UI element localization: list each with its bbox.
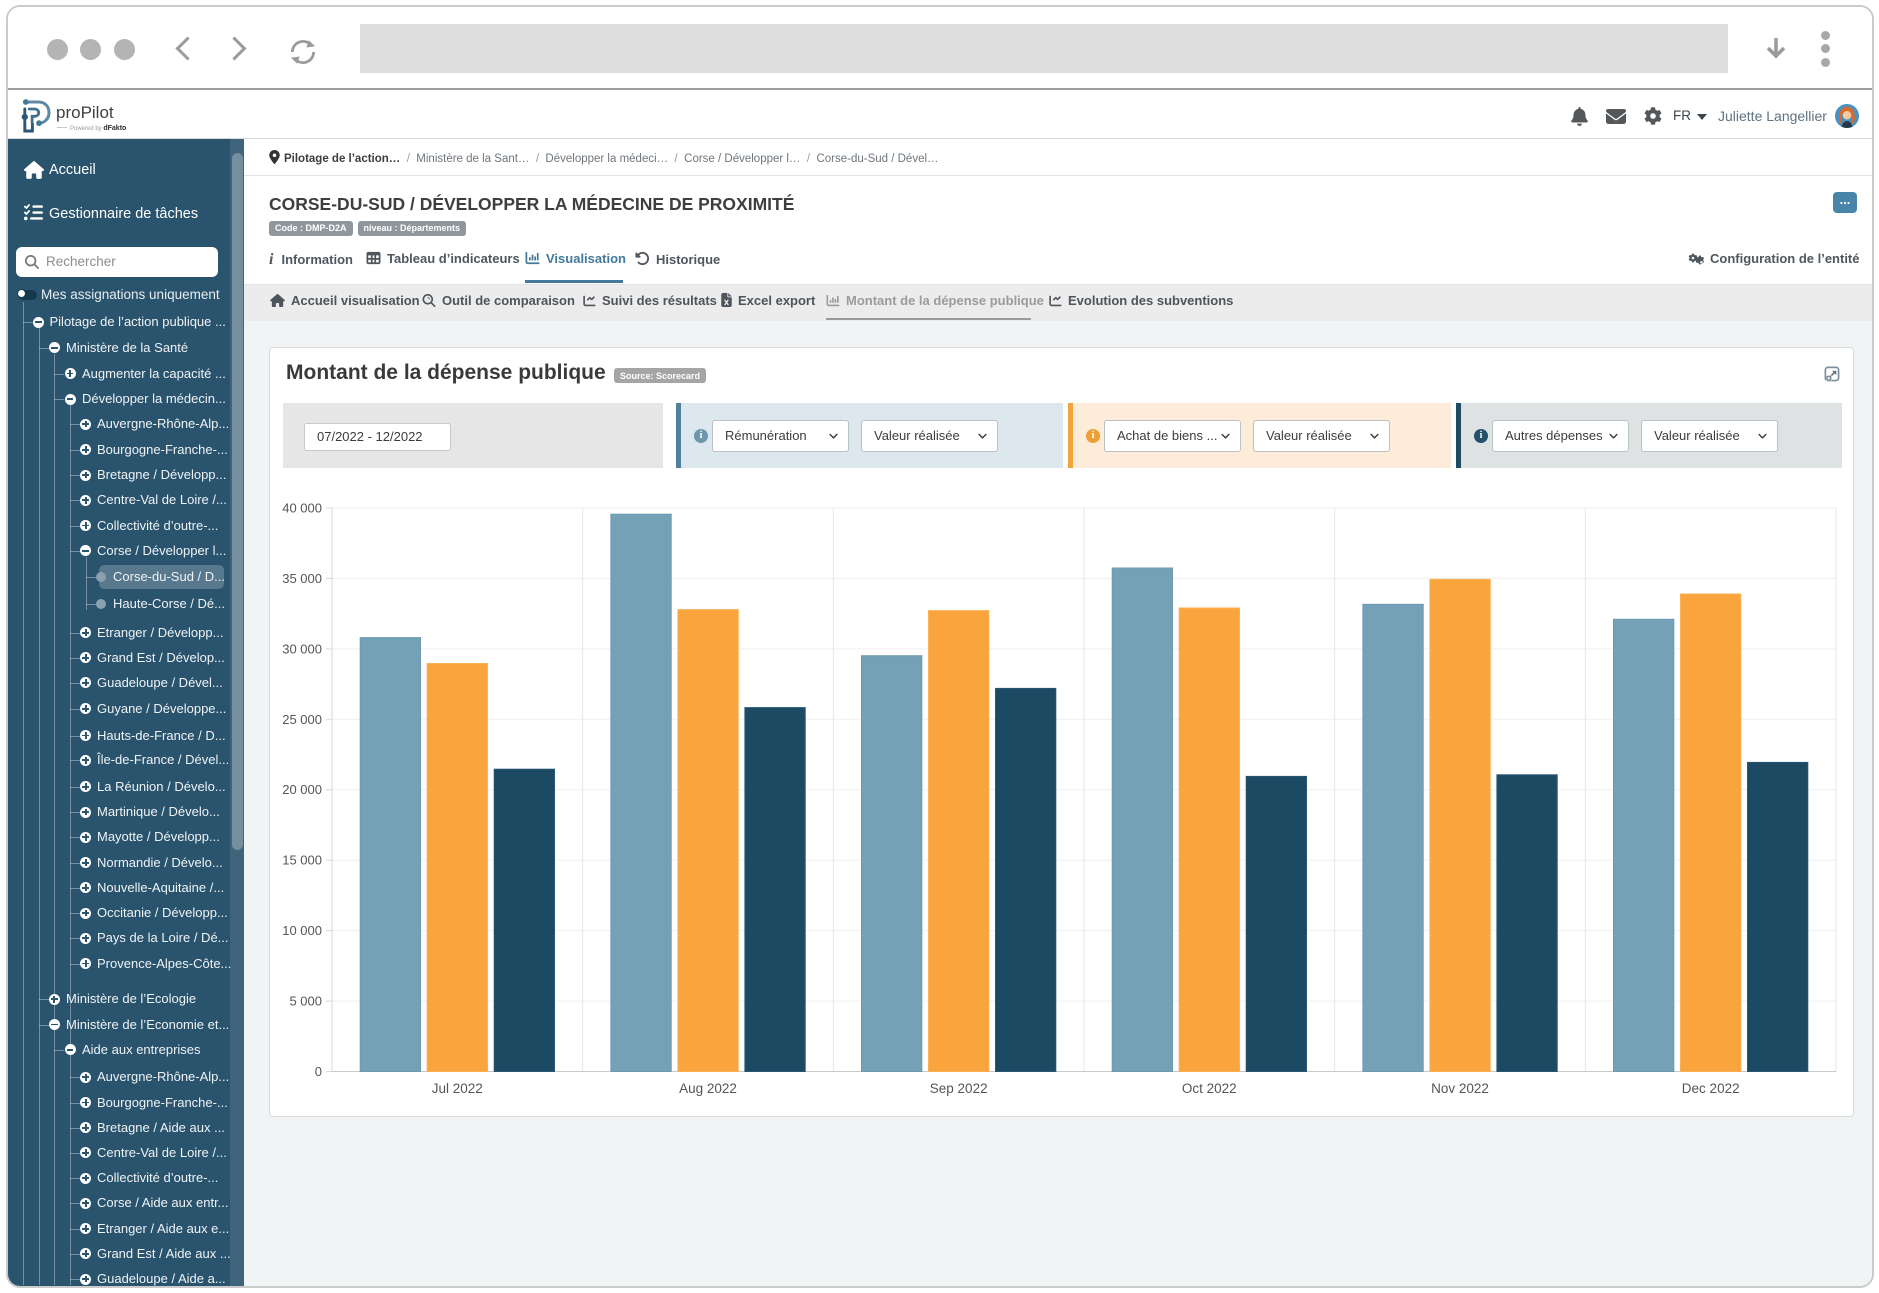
svg-text:20 000: 20 000 <box>282 782 322 797</box>
svg-text:25 000: 25 000 <box>282 712 322 727</box>
svg-text:Dec 2022: Dec 2022 <box>1682 1081 1740 1096</box>
svg-text:Aug 2022: Aug 2022 <box>679 1081 737 1096</box>
svg-text:Sep 2022: Sep 2022 <box>930 1081 988 1096</box>
svg-text:0: 0 <box>315 1064 322 1079</box>
svg-text:Nov 2022: Nov 2022 <box>1431 1081 1489 1096</box>
svg-text:10 000: 10 000 <box>282 923 322 938</box>
svg-text:35 000: 35 000 <box>282 571 322 586</box>
svg-text:Jul 2022: Jul 2022 <box>432 1081 483 1096</box>
svg-text:15 000: 15 000 <box>282 853 322 868</box>
svg-text:30 000: 30 000 <box>282 641 322 656</box>
svg-text:5 000: 5 000 <box>289 994 322 1009</box>
svg-text:Oct 2022: Oct 2022 <box>1182 1081 1237 1096</box>
svg-text:40 000: 40 000 <box>282 501 322 516</box>
